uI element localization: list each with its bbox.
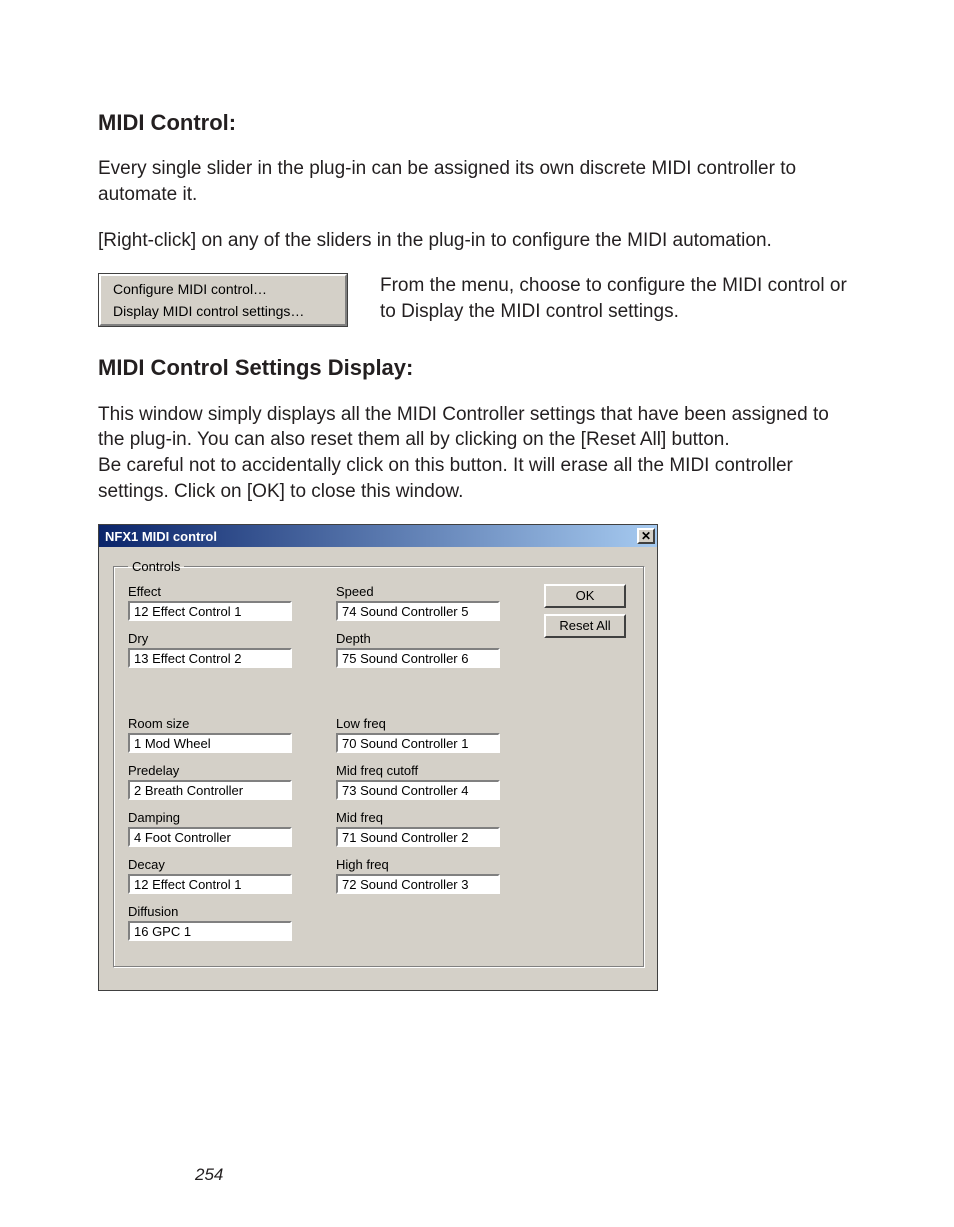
dialog-frame: NFX1 MIDI control ✕ Controls Effect	[98, 524, 658, 991]
controls-right-column: Speed Depth Low freq	[336, 584, 526, 945]
input-mid-freq[interactable]	[336, 827, 500, 847]
label-depth: Depth	[336, 631, 526, 646]
label-speed: Speed	[336, 584, 526, 599]
label-decay: Decay	[128, 857, 318, 872]
page-number: 254	[195, 1165, 223, 1185]
ok-button[interactable]: OK	[544, 584, 626, 608]
context-menu-caption: From the menu, choose to configure the M…	[380, 273, 856, 324]
input-depth[interactable]	[336, 648, 500, 668]
input-low-freq[interactable]	[336, 733, 500, 753]
label-dry: Dry	[128, 631, 318, 646]
label-mid-freq: Mid freq	[336, 810, 526, 825]
nfx1-midi-control-dialog: NFX1 MIDI control ✕ Controls Effect	[99, 525, 657, 990]
dialog-body: Controls Effect Dry	[99, 547, 657, 990]
label-predelay: Predelay	[128, 763, 318, 778]
input-predelay[interactable]	[128, 780, 292, 800]
dialog-button-column: OK Reset All	[544, 584, 630, 945]
paragraph-rightclick: [Right-click] on any of the sliders in t…	[98, 228, 856, 254]
menu-item-display-settings[interactable]: Display MIDI control settings…	[103, 300, 343, 322]
input-diffusion[interactable]	[128, 921, 292, 941]
input-dry[interactable]	[128, 648, 292, 668]
label-effect: Effect	[128, 584, 318, 599]
close-button[interactable]: ✕	[637, 528, 655, 544]
dialog-titlebar: NFX1 MIDI control ✕	[99, 525, 657, 547]
label-high-freq: High freq	[336, 857, 526, 872]
reset-all-button[interactable]: Reset All	[544, 614, 626, 638]
paragraph-intro: Every single slider in the plug-in can b…	[98, 156, 856, 207]
label-low-freq: Low freq	[336, 716, 526, 731]
controls-groupbox: Controls Effect Dry	[113, 559, 645, 968]
input-high-freq[interactable]	[336, 874, 500, 894]
dialog-title: NFX1 MIDI control	[105, 529, 217, 544]
context-menu: Configure MIDI control… Display MIDI con…	[99, 274, 347, 326]
input-speed[interactable]	[336, 601, 500, 621]
paragraph-display-desc: This window simply displays all the MIDI…	[98, 402, 856, 453]
label-diffusion: Diffusion	[128, 904, 318, 919]
controls-group-legend: Controls	[128, 559, 184, 574]
paragraph-warning: Be careful not to accidentally click on …	[98, 453, 856, 504]
input-mid-freq-cutoff[interactable]	[336, 780, 500, 800]
heading-midi-control: MIDI Control:	[98, 110, 856, 136]
input-effect[interactable]	[128, 601, 292, 621]
context-menu-frame: Configure MIDI control… Display MIDI con…	[98, 273, 348, 327]
input-damping[interactable]	[128, 827, 292, 847]
input-room-size[interactable]	[128, 733, 292, 753]
label-room-size: Room size	[128, 716, 318, 731]
menu-item-configure[interactable]: Configure MIDI control…	[103, 278, 343, 300]
input-decay[interactable]	[128, 874, 292, 894]
heading-settings-display: MIDI Control Settings Display:	[98, 355, 856, 381]
controls-left-column: Effect Dry Room size	[128, 584, 318, 945]
context-menu-row: Configure MIDI control… Display MIDI con…	[98, 273, 856, 327]
close-icon: ✕	[641, 529, 651, 543]
label-damping: Damping	[128, 810, 318, 825]
label-mid-freq-cutoff: Mid freq cutoff	[336, 763, 526, 778]
